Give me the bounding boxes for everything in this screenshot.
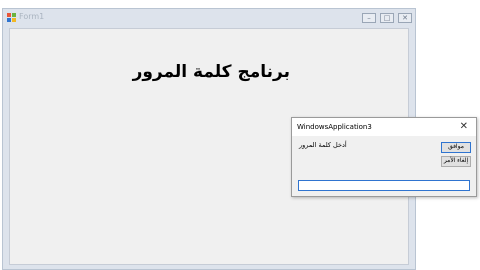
windows-form-icon: [7, 13, 16, 22]
form1-title: Form1: [19, 12, 45, 21]
form1-titlebar[interactable]: Form1 – □ ✕: [3, 9, 415, 27]
dialog-close-icon[interactable]: ✕: [460, 121, 468, 133]
password-input[interactable]: [298, 180, 470, 191]
maximize-button[interactable]: □: [380, 13, 394, 23]
password-dialog: WindowsApplication3 ✕ أدخل كلمة المرور م…: [291, 117, 477, 197]
cancel-button[interactable]: إلغاء الأمر: [441, 156, 471, 167]
minimize-button[interactable]: –: [362, 13, 376, 23]
dialog-titlebar[interactable]: WindowsApplication3 ✕: [292, 118, 476, 136]
dialog-title: WindowsApplication3: [297, 123, 372, 131]
ok-button[interactable]: موافق: [441, 142, 471, 153]
password-prompt-label: أدخل كلمة المرور: [299, 141, 347, 149]
close-button[interactable]: ✕: [398, 13, 412, 23]
page-heading: برنامج كلمة المرور: [132, 62, 290, 82]
